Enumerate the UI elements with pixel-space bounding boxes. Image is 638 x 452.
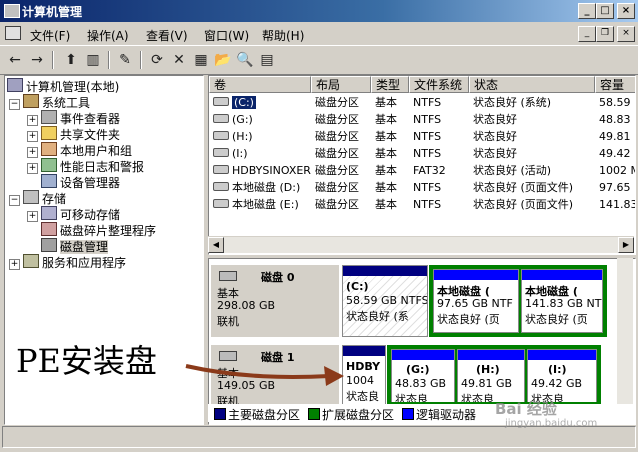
baidu-watermark-url: jingyan.baidu.com [505,418,598,429]
baidu-watermark-logo: Bai 经验 [495,400,557,418]
computer-management-window: 计算机管理 _ □ × 文件(F) 操作(A) 查看(V) 窗口(W) 帮助(H… [0,0,638,452]
annotation-arrow [185,364,344,386]
